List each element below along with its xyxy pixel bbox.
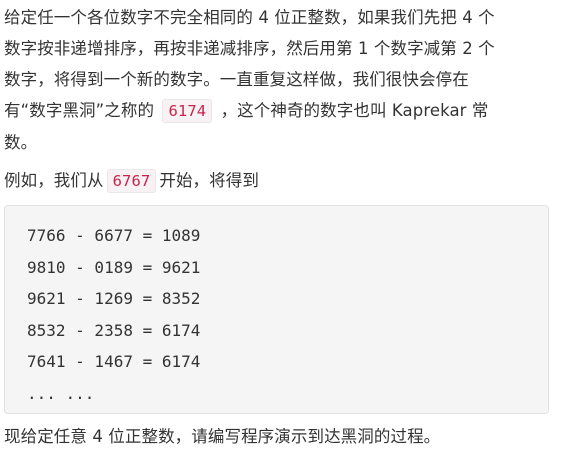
example-intro-paragraph: 例如，我们从 6767 开始，将得到 — [4, 165, 559, 197]
intro-line-3: 数字，将得到一个新的数字。一直重复这样做，我们很快会停在 — [4, 70, 469, 89]
intro-line-2: 数字按非递增排序，再按非递减排序，然后用第 1 个数字减第 2 个 — [4, 39, 495, 58]
kaprekar-constant-code: 6174 — [162, 99, 213, 123]
intro-line-4-after: ，这个神奇的数字也叫 Kaprekar 常 — [220, 101, 489, 120]
code-line: 7766 - 6677 = 1089 — [27, 226, 201, 245]
code-line: 9810 - 0189 = 9621 — [27, 257, 201, 277]
code-line: 9621 - 1269 = 8352 — [27, 289, 201, 308]
problem-description: 给定任一个各位数字不完全相同的 4 位正整数，如果我们先把 4 个 数字按非递增… — [4, 0, 559, 452]
example-intro-before: 例如，我们从 — [4, 171, 104, 190]
example-intro-after: 开始，将得到 — [159, 171, 259, 190]
code-line: 8532 - 2358 = 6174 — [27, 320, 201, 340]
example-code-block: 7766 - 6677 = 1089 9810 - 0189 = 9621 96… — [4, 205, 549, 414]
code-ellipsis-line: ... ... — [27, 383, 95, 403]
intro-line-4-before: 有“数字黑洞”之称的 — [4, 101, 155, 120]
intro-paragraph: 给定任一个各位数字不完全相同的 4 位正整数，如果我们先把 4 个 数字按非递增… — [4, 2, 559, 158]
intro-line-4: 有“数字黑洞”之称的 6174 ，这个神奇的数字也叫 Kaprekar 常 — [4, 95, 559, 127]
intro-line-1: 给定任一个各位数字不完全相同的 4 位正整数，如果我们先把 4 个 — [4, 8, 495, 27]
code-line: 7641 - 1467 = 6174 — [27, 352, 201, 371]
intro-line-5: 数。 — [4, 133, 38, 152]
task-paragraph: 现给定任意 4 位正整数，请编写程序演示到达黑洞的过程。 — [4, 427, 441, 446]
start-number-code: 6767 — [106, 169, 157, 193]
